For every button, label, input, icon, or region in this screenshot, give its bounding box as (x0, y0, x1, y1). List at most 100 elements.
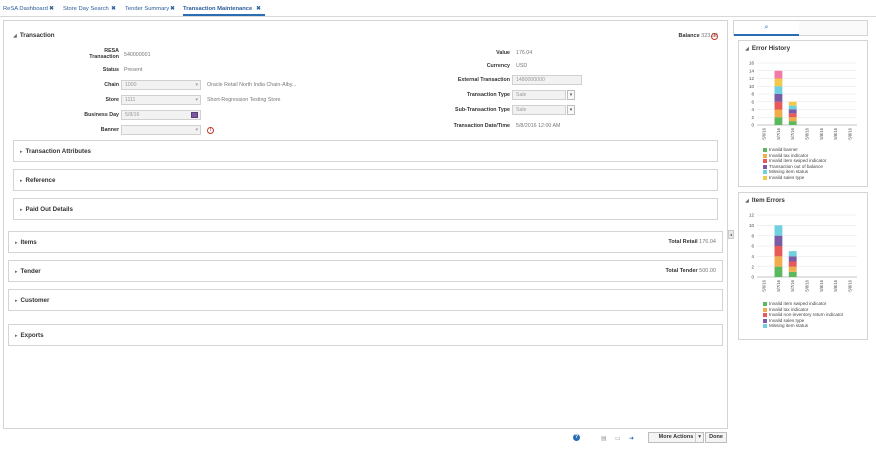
done-button[interactable]: Done (705, 432, 727, 443)
bar-segment (788, 101, 797, 106)
chevron-down-icon[interactable]: ▾ (567, 105, 575, 115)
currency-value: USD (516, 63, 528, 69)
panel-title: Items (20, 239, 37, 246)
x-tick-label: 5/8/16 (847, 279, 852, 291)
chain-label: Chain (104, 82, 119, 88)
caret-icon: ◢ (13, 33, 17, 39)
paid-out-details-panel[interactable]: ▸ Paid Out Details (13, 198, 718, 220)
footer-toolbar: ? ▤ ▭ ➜ More Actions ▾ Done (3, 430, 728, 448)
chevron-down-icon[interactable]: ▾ (567, 90, 575, 100)
legend-swatch (763, 153, 767, 158)
contextual-pane-tabs: ⌕ (733, 20, 868, 36)
bar-segment (774, 246, 783, 257)
total-tender: Total Tender 500.00 (665, 268, 716, 274)
panel-title: Exports (20, 332, 44, 339)
legend-swatch (763, 307, 767, 312)
business-day-input[interactable]: 5/8/16 (121, 110, 201, 120)
error-history-header[interactable]: ◢ Error History (745, 45, 790, 52)
y-tick-label: 6 (751, 99, 754, 104)
bar-segment (788, 121, 797, 125)
bar-segment (774, 109, 783, 118)
legend-swatch (763, 164, 767, 169)
bar-segment (788, 256, 797, 262)
caret-icon: ▸ (20, 178, 23, 184)
legend-label: Transaction out of balance (769, 163, 823, 169)
y-tick-label: 0 (751, 275, 754, 280)
close-icon[interactable]: ✖ (111, 3, 116, 15)
caret-icon: ▸ (20, 207, 23, 213)
caret-icon: ▸ (20, 149, 23, 155)
item-errors-chart: 0 2 4 6 8 10 12 5/6/16 5/7/16 5/7/16 5/8/16 5/8/16 5… (749, 213, 857, 292)
close-icon[interactable]: ✖ (49, 3, 54, 15)
items-panel[interactable]: ▸ Items Total Retail 176.04 (8, 231, 723, 253)
caret-icon: ▸ (15, 298, 18, 304)
error-history-legend: Invalid banner Invalid tax indicator Inval… (763, 147, 826, 181)
sub-transaction-type-label: Sub-Transaction Type (455, 107, 510, 113)
close-icon[interactable]: ✖ (256, 3, 261, 15)
panel-title: Transaction Attributes (25, 148, 91, 155)
legend-label: Invalid banner (769, 147, 798, 152)
bar-segment (774, 225, 783, 236)
banner-select[interactable]: ▾ (121, 125, 201, 135)
transaction-type-label: Transaction Type (466, 92, 510, 98)
x-tick-label: 5/7/16 (790, 279, 795, 291)
x-tick-label: 5/8/16 (819, 127, 824, 139)
bar-segment (774, 117, 783, 125)
x-tick-label: 5/8/16 (833, 279, 838, 291)
more-actions-button[interactable]: More Actions ▾ (648, 432, 704, 443)
transaction-section-header[interactable]: ◢ Transaction (13, 32, 55, 39)
legend-item: Missing item status (763, 323, 843, 329)
print-icon[interactable]: ▤ (601, 435, 607, 442)
panel-title: Customer (20, 297, 50, 304)
legend-swatch (763, 313, 767, 318)
tab-resa-dashboard[interactable]: ReSA Dashboard ✖ (3, 3, 54, 15)
bar-segment (774, 266, 783, 277)
legend-label: Missing item status (769, 323, 809, 329)
x-tick-label: 5/7/16 (790, 127, 795, 139)
bar-segment (788, 261, 797, 267)
bar-segment (788, 117, 797, 122)
tab-transaction-maintenance[interactable]: Transaction Maintenance ✖ (183, 3, 265, 16)
collapse-panel-handle[interactable]: ◂ (728, 230, 734, 239)
x-tick-label: 5/7/16 (776, 127, 781, 139)
bar-segment (788, 271, 797, 277)
bar-segment (774, 86, 783, 94)
customer-panel[interactable]: ▸ Customer (8, 289, 723, 311)
tender-panel[interactable]: ▸ Tender Total Tender 500.00 (8, 260, 723, 282)
resa-transaction-value: 540000001 (124, 52, 151, 58)
tab-tender-summary[interactable]: Tender Summary ✖ (125, 3, 175, 15)
store-label: Store (105, 97, 119, 103)
help-icon[interactable]: ? (573, 434, 580, 441)
legend-swatch (763, 148, 767, 152)
transaction-title: Transaction (19, 32, 55, 39)
item-errors-header[interactable]: ◢ Item Errors (745, 197, 785, 204)
store-select[interactable]: 1111 ▾ (121, 95, 201, 105)
search-icon[interactable]: ⌕ (734, 21, 799, 36)
forward-icon[interactable]: ➜ (629, 435, 634, 442)
chat-icon[interactable]: ▭ (615, 435, 621, 442)
chain-select[interactable]: 1000 ▾ (121, 80, 201, 90)
banner-warning-icon[interactable]: ! (207, 127, 214, 134)
y-tick-label: 0 (751, 123, 754, 128)
legend-swatch (763, 318, 767, 323)
legend-label: Invalid item swiped indicator (769, 158, 827, 164)
error-history-title: Error History (751, 45, 791, 52)
transaction-type-select[interactable]: Sale (512, 90, 566, 100)
y-tick-label: 12 (749, 213, 755, 218)
transaction-attributes-panel[interactable]: ▸ Transaction Attributes (13, 140, 718, 162)
y-tick-label: 4 (751, 107, 754, 112)
exports-panel[interactable]: ▸ Exports (8, 324, 723, 346)
item-errors-title: Item Errors (751, 197, 785, 204)
tab-store-day-search[interactable]: Store Day Search ✖ (63, 3, 116, 15)
calendar-icon[interactable] (191, 112, 198, 118)
banner-label: Banner (100, 127, 119, 133)
balance-warning-icon[interactable]: ! (711, 33, 718, 40)
error-history-panel: ◢ Error History 0 2 4 6 8 10 12 14 16 5/6/16 5/7/16… (738, 40, 868, 187)
y-tick-label: 10 (749, 223, 755, 228)
reference-panel[interactable]: ▸ Reference (13, 169, 718, 191)
legend-swatch (763, 175, 767, 180)
bar-segment (774, 94, 783, 102)
close-icon[interactable]: ✖ (170, 3, 175, 15)
external-transaction-input[interactable]: 1480000000 (512, 75, 582, 85)
sub-transaction-type-select[interactable]: Sale (512, 105, 566, 115)
